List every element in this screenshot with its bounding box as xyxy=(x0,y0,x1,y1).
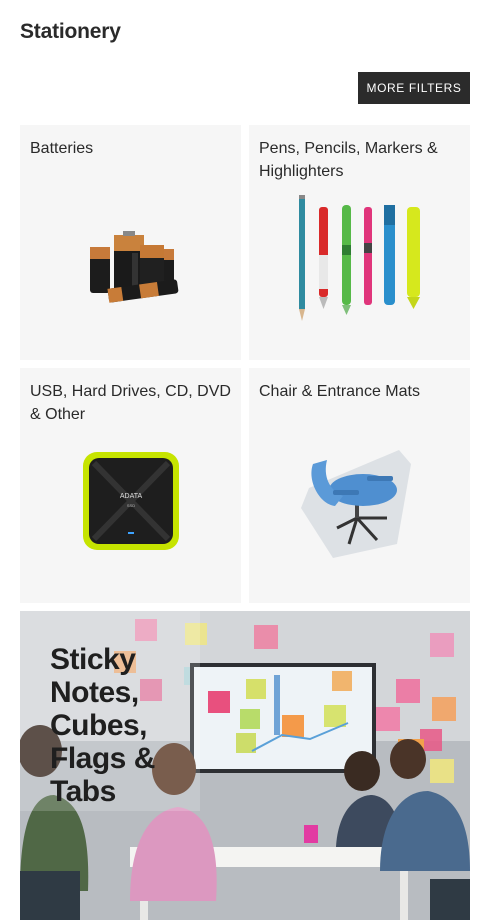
category-card-usb-hard-drives[interactable]: USB, Hard Drives, CD, DVD & Other ADATA … xyxy=(20,368,241,603)
chair-mat-icon xyxy=(301,450,411,558)
sticky-notes-banner[interactable]: Sticky Notes, Cubes, Flags & Tabs xyxy=(20,611,470,920)
svg-text:SSD: SSD xyxy=(127,503,135,508)
more-filters-button[interactable]: MORE FILTERS xyxy=(358,72,470,104)
category-card-batteries[interactable]: Batteries xyxy=(20,125,241,360)
page-title: Stationery xyxy=(20,20,121,43)
banner-title: Sticky Notes, Cubes, Flags & Tabs xyxy=(50,643,155,808)
hard-drive-icon: ADATA SSD xyxy=(83,452,179,550)
pens-icon xyxy=(299,195,420,321)
batteries-icon xyxy=(90,231,179,303)
category-card-pens[interactable]: Pens, Pencils, Markers & Highlighters xyxy=(249,125,470,360)
svg-text:ADATA: ADATA xyxy=(120,493,143,500)
category-card-chair-mats[interactable]: Chair & Entrance Mats xyxy=(249,368,470,603)
